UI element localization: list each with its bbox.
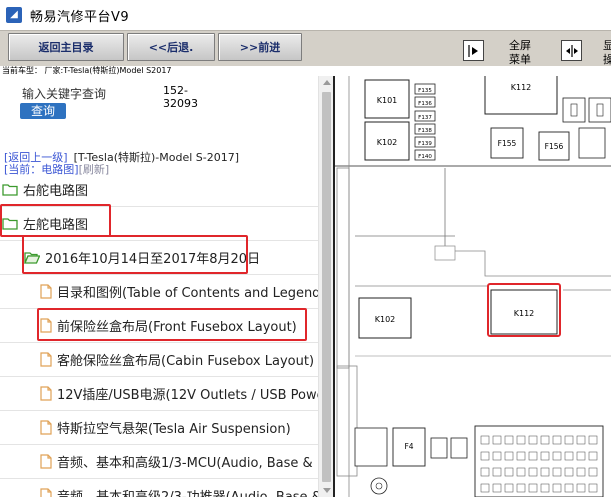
relay-k101-label: K101 (377, 96, 398, 105)
back-button[interactable]: <<后退. (127, 33, 215, 61)
search-button[interactable]: 查询 (20, 103, 66, 119)
fuse-slot-pin (596, 103, 604, 117)
scroll-up-arrow-icon[interactable] (323, 80, 331, 85)
tree-item-label: 12V插座/USB电源(12V Outlets / USB Powe (57, 387, 318, 403)
fuse-slot (450, 437, 468, 459)
document-icon (40, 419, 52, 435)
fusebox-diagram: K101 K102 F135 F136 F137 F138 F139 F140 … (335, 76, 611, 497)
fuse-f137-label: F137 (418, 115, 432, 121)
current-model-status: 当前车型： 厂家:T-Tesla(特斯拉)Model S2017 (0, 66, 611, 76)
search-label: 输入关键字查询 (22, 87, 107, 101)
split-view-button[interactable] (561, 40, 582, 61)
diagram-side-channel (336, 167, 350, 369)
fuse-slot (354, 427, 388, 467)
relay-k102-label: K102 (377, 138, 398, 147)
folder-icon (2, 183, 18, 196)
fuse-slot-pin (570, 103, 578, 117)
highlight-date-range (22, 235, 248, 274)
housing-outline (455, 250, 611, 277)
fuse-slot (578, 127, 606, 159)
forward-button[interactable]: >>前进 (218, 33, 302, 61)
fullscreen-toggle-button[interactable] (463, 40, 484, 61)
display-operation-label: 显 操 (603, 39, 611, 66)
expand-arrow-icon (467, 44, 478, 57)
toolbar: 返回主目录 <<后退. >>前进 全屏 菜单 显 操 (0, 30, 611, 66)
tree-item-right-hand-drive[interactable]: 右舵电路图 (2, 172, 88, 206)
left-navigation-panel: 输入关键字查询 查询 152- 32093 [返回上一级] [T-Tesla(特斯… (0, 76, 318, 497)
fuse-slot (430, 437, 448, 459)
fullscreen-menu-label: 全屏 菜单 (509, 39, 531, 66)
app-logo-icon: ◢ (6, 7, 22, 23)
tree-item-cabin-fusebox-layout[interactable]: 客舱保险丝盒布局(Cabin Fusebox Layout) (40, 342, 314, 376)
fuse-f138-label: F138 (418, 128, 432, 134)
highlight-front-fusebox (37, 308, 307, 341)
tree-item-audio-amplifier[interactable]: 音频、基本和高级2/3-功推器(Audio, Base & (40, 478, 318, 497)
title-bar: ◢ 畅易汽修平台V9 (0, 0, 611, 30)
tree-item-contents-legend[interactable]: 目录和图例(Table of Contents and Legend) (40, 274, 318, 308)
tree-item-label: 音频、基本和高级1/3-MCU(Audio, Base & (57, 455, 313, 471)
fuse-f140-label: F140 (418, 154, 432, 160)
relay-k112-mid-label: K112 (514, 309, 535, 318)
fuse-f136-label: F136 (418, 101, 432, 107)
document-icon (40, 351, 52, 367)
scroll-down-arrow-icon[interactable] (323, 488, 331, 493)
code-line-2: 32093 (163, 97, 198, 110)
tree-item-label: 客舱保险丝盒布局(Cabin Fusebox Layout) (57, 353, 315, 369)
tree-item-label: 目录和图例(Table of Contents and Legend) (57, 285, 318, 301)
relay-k112-top (484, 76, 558, 115)
tree-item-audio-mcu[interactable]: 音频、基本和高级1/3-MCU(Audio, Base & (40, 444, 313, 478)
scroll-thumb[interactable] (322, 92, 331, 482)
tree-item-12v-outlets[interactable]: 12V插座/USB电源(12V Outlets / USB Powe (40, 376, 318, 410)
back-to-main-button[interactable]: 返回主目录 (8, 33, 124, 61)
document-icon (40, 385, 52, 401)
diagram-side-channel (336, 365, 358, 477)
tree-item-label: 右舵电路图 (23, 183, 89, 199)
relay-k112-top-label: K112 (511, 83, 532, 92)
split-arrows-icon (565, 44, 578, 57)
document-icon (40, 453, 52, 469)
fusebox-diagram-viewer[interactable]: K101 K102 F135 F136 F137 F138 F139 F140 … (333, 76, 611, 497)
tree-item-label: 音频、基本和高级2/3-功推器(Audio, Base & (57, 489, 318, 497)
mounting-stud-inner (375, 482, 383, 490)
fuse-f4-label: F4 (404, 442, 413, 451)
relay-k102-mid-label: K102 (375, 315, 396, 324)
document-icon (40, 487, 52, 497)
highlight-left-hand-drive (0, 204, 111, 237)
fuse-f135-label: F135 (418, 88, 432, 94)
tree-item-air-suspension[interactable]: 特斯拉空气悬架(Tesla Air Suspension) (40, 410, 291, 444)
tree-item-label: 特斯拉空气悬架(Tesla Air Suspension) (57, 421, 291, 437)
code-line-1: 152- (163, 84, 188, 97)
document-icon (40, 283, 52, 299)
window-title: 畅易汽修平台V9 (30, 9, 130, 25)
fuse-f155-label: F155 (498, 139, 517, 148)
connector-tab (434, 245, 456, 261)
fuse-f156-label: F156 (545, 142, 564, 151)
left-panel-scrollbar[interactable] (318, 76, 333, 497)
fuse-f139-label: F139 (418, 141, 432, 147)
